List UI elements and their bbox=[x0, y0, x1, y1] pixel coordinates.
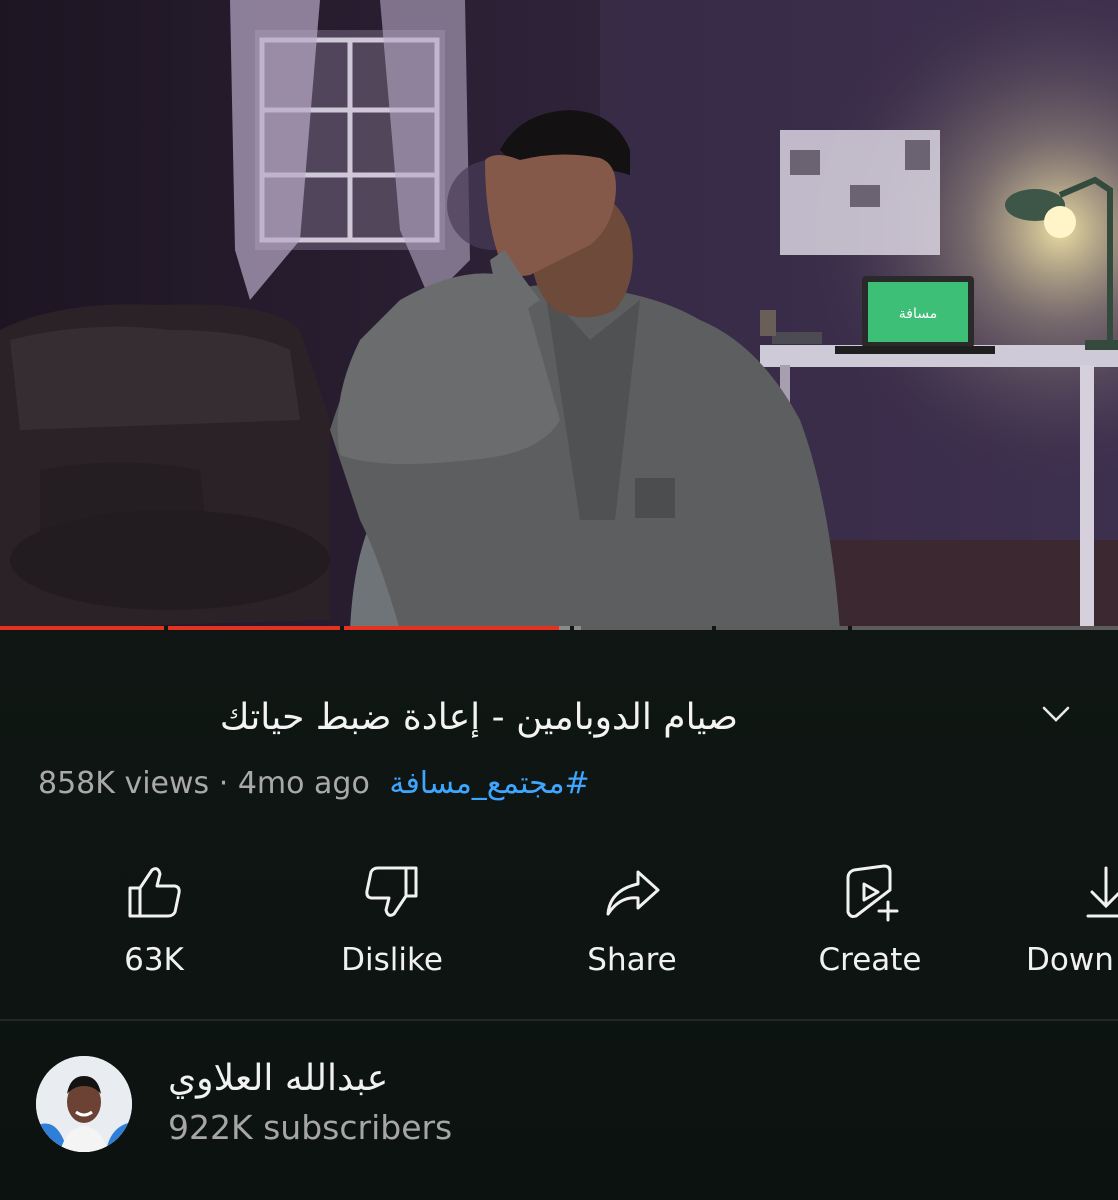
video-info-panel: صيام الدوبامين - إعادة ضبط حياتك 858K vi… bbox=[0, 632, 1118, 1200]
action-bar: 63K Dislike Share Create Down bbox=[0, 860, 1118, 990]
video-meta[interactable]: 858K views · 4mo ago #مجتمع_مسافة bbox=[38, 766, 590, 801]
share-arrow-icon bbox=[606, 870, 660, 916]
video-player[interactable]: مسافة bbox=[0, 0, 1118, 630]
chapter-marker bbox=[848, 626, 852, 630]
chevron-down-icon[interactable] bbox=[1040, 698, 1072, 730]
chapter-marker bbox=[570, 626, 574, 630]
dislike-label: Dislike bbox=[341, 942, 443, 978]
download-button[interactable]: Down bbox=[1010, 860, 1118, 978]
view-count: 858K views bbox=[38, 766, 210, 801]
create-label: Create bbox=[818, 942, 922, 978]
create-button[interactable]: Create bbox=[770, 860, 970, 978]
video-title[interactable]: صيام الدوبامين - إعادة ضبط حياتك bbox=[38, 692, 738, 744]
share-label: Share bbox=[587, 942, 677, 978]
download-label: Down bbox=[1026, 942, 1114, 978]
progress-bar[interactable] bbox=[0, 626, 1118, 630]
chapter-marker bbox=[164, 626, 168, 630]
like-button[interactable]: 63K bbox=[54, 860, 254, 978]
create-remix-icon bbox=[846, 864, 899, 922]
subscriber-count: 922K subscribers bbox=[168, 1108, 453, 1147]
hashtag-link[interactable]: #مجتمع_مسافة bbox=[389, 766, 589, 801]
download-icon bbox=[1086, 866, 1118, 918]
meta-separator: · bbox=[218, 766, 229, 801]
video-frame: مسافة bbox=[0, 0, 1118, 630]
like-count: 63K bbox=[124, 942, 184, 978]
progress-played bbox=[0, 626, 559, 630]
channel-name[interactable]: عبدالله العلاوي bbox=[168, 1058, 388, 1099]
divider bbox=[0, 1019, 1118, 1021]
thumbs-up-icon bbox=[128, 867, 181, 918]
avatar[interactable] bbox=[36, 1056, 132, 1152]
chapter-marker bbox=[712, 626, 716, 630]
thumbs-down-icon bbox=[365, 866, 418, 917]
chapter-marker bbox=[340, 626, 344, 630]
channel-row[interactable]: عبدالله العلاوي 922K subscribers bbox=[0, 1052, 1118, 1172]
laptop-screen-text: مسافة bbox=[899, 306, 937, 322]
share-button[interactable]: Share bbox=[532, 860, 732, 978]
dislike-button[interactable]: Dislike bbox=[292, 860, 492, 978]
upload-age: 4mo ago bbox=[237, 766, 370, 801]
